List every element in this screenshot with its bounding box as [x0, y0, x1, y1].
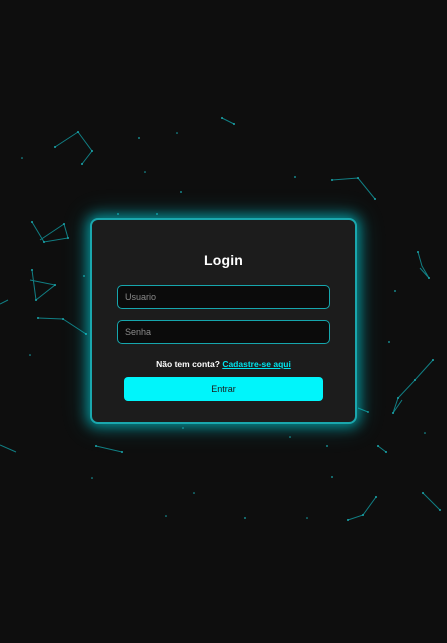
password-input[interactable]: [117, 320, 330, 344]
submit-button[interactable]: Entrar: [124, 377, 323, 401]
login-title: Login: [203, 252, 244, 268]
signup-prompt-text: Não tem conta?: [156, 359, 220, 369]
login-card: Login Não tem conta? Cadastre-se aqui En…: [90, 218, 357, 424]
signup-link[interactable]: Cadastre-se aqui: [222, 359, 291, 369]
signup-prompt: Não tem conta? Cadastre-se aqui: [92, 359, 355, 369]
username-input[interactable]: [117, 285, 330, 309]
login-page: Login Não tem conta? Cadastre-se aqui En…: [0, 0, 447, 643]
